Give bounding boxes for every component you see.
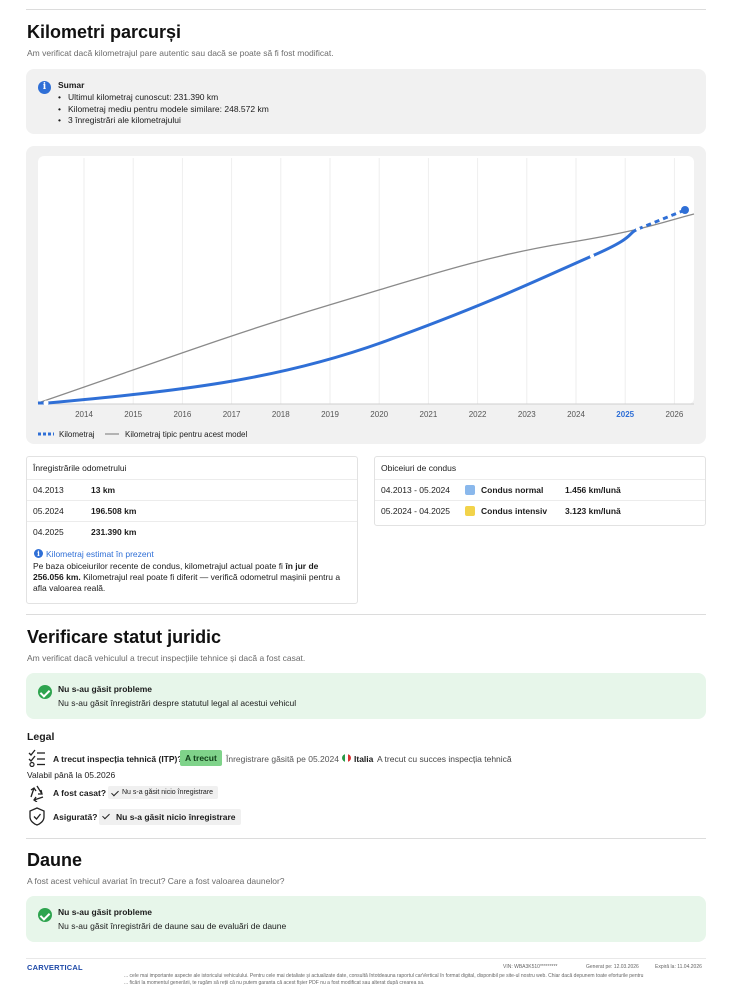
summary-list: Ultimul kilometraj cunoscut: 231.390 km … bbox=[58, 92, 269, 127]
damage-subtitle: A fost acest vehicul avariat în trecut? … bbox=[27, 876, 285, 886]
x-tick-label: 2020 bbox=[370, 410, 388, 419]
x-tick-label: 2026 bbox=[666, 410, 684, 419]
legal-subtitle: Am verificat dacă vehiculul a trecut ins… bbox=[27, 653, 306, 663]
recycle-icon bbox=[30, 785, 44, 802]
section-divider bbox=[26, 838, 706, 839]
x-tick-label: 2019 bbox=[321, 410, 339, 419]
italy-flag-icon bbox=[342, 754, 351, 762]
mileage-chart: 2014 2015 2016 2017 2018 2019 2020 2021 2022 2023… bbox=[37, 156, 695, 439]
damage-ok-text: Nu s-au găsit înregistrări de daune sau … bbox=[58, 921, 287, 931]
section-divider bbox=[26, 614, 706, 615]
footer-vin: VIN: WBA3K510********* bbox=[503, 964, 558, 970]
insured-question: Asigurată? bbox=[53, 812, 98, 822]
x-tick-label: 2021 bbox=[420, 410, 438, 419]
habit-period: 05.2024 - 04.2025 bbox=[381, 506, 451, 516]
x-tick-label: 2018 bbox=[272, 410, 290, 419]
record-km: 231.390 km bbox=[91, 527, 137, 537]
legal-section-heading: Legal bbox=[27, 731, 55, 743]
x-tick-label: 2016 bbox=[174, 410, 192, 419]
check-circle-icon bbox=[38, 685, 52, 699]
footer-disclaimer-1: ... cele mai importante aspecte ale isto… bbox=[124, 973, 644, 979]
normal-driving-swatch bbox=[465, 485, 475, 495]
itp-found-text: Înregistrare găsită pe 05.2024 bbox=[226, 754, 339, 764]
footer-divider bbox=[26, 958, 706, 959]
record-km: 196.508 km bbox=[91, 506, 137, 516]
table-row: 05.2024 196.508 km bbox=[27, 500, 357, 521]
legend-typical-label: Kilometraj tipic pentru acest model bbox=[125, 430, 248, 439]
check-circle-icon bbox=[38, 908, 52, 922]
damage-ok-box: Nu s-au găsit probleme Nu s-au găsit înr… bbox=[26, 896, 706, 942]
record-km: 13 km bbox=[91, 485, 116, 495]
point-05-2024 bbox=[589, 253, 595, 259]
itp-valid-until: Valabil până la 05.2026 bbox=[27, 770, 116, 780]
legend-mileage-label: Kilometraj bbox=[59, 430, 95, 439]
x-tick-label: 2014 bbox=[75, 410, 93, 419]
itp-result: A trecut cu succes inspecția tehnică bbox=[377, 754, 512, 764]
record-date: 04.2013 bbox=[33, 485, 64, 495]
itp-passed-badge: A trecut bbox=[180, 750, 222, 766]
x-tick-labels: 2014 2015 2016 2017 2018 2019 2020 2021 2022 2023… bbox=[75, 410, 684, 419]
estimate-text: Pe baza obiceiurilor recente de condus, … bbox=[33, 561, 351, 595]
x-tick-label: 2023 bbox=[518, 410, 536, 419]
footer-expires: Expiră la: 11.04.2026 bbox=[655, 964, 702, 970]
info-icon: i bbox=[38, 81, 51, 94]
habit-rate: 1.456 km/lună bbox=[565, 485, 621, 495]
chart-container: 2014 2015 2016 2017 2018 2019 2020 2021 2022 2023… bbox=[26, 146, 706, 444]
point-04-2025 bbox=[635, 226, 641, 232]
driving-habits-panel: Obiceiuri de condus 04.2013 - 05.2024 Co… bbox=[374, 456, 706, 526]
records-heading: Înregistrările odometrului bbox=[33, 463, 127, 473]
damage-title: Daune bbox=[27, 850, 83, 870]
info-icon: i bbox=[34, 549, 43, 558]
x-tick-label: 2025 bbox=[616, 410, 634, 419]
itp-question: A trecut inspecția tehnică (ITP)? bbox=[53, 754, 183, 764]
insured-status-badge: Nu s-a găsit nicio înregistrare bbox=[99, 809, 241, 825]
mileage-subtitle: Am verificat dacă kilometrajul pare aute… bbox=[27, 48, 334, 58]
summary-box: i Sumar Ultimul kilometraj cunoscut: 231… bbox=[26, 69, 706, 134]
table-row: 05.2024 - 04.2025 Condus intensiv 3.123 … bbox=[375, 500, 705, 521]
footer-generated: Generat pe: 12.03.2026 bbox=[586, 964, 639, 970]
checklist-icon bbox=[28, 749, 45, 767]
x-tick-label: 2022 bbox=[469, 410, 487, 419]
habit-period: 04.2013 - 05.2024 bbox=[381, 485, 451, 495]
top-divider bbox=[26, 9, 706, 10]
damage-ok-title: Nu s-au găsit probleme bbox=[58, 907, 152, 917]
habit-rate: 3.123 km/lună bbox=[565, 506, 621, 516]
chart-legend: Kilometraj Kilometraj tipic pentru acest… bbox=[38, 430, 248, 439]
legal-ok-text: Nu s-au găsit înregistrări despre statut… bbox=[58, 698, 297, 708]
footer-disclaimer-2: ... ficări la momentul generării, te rug… bbox=[124, 980, 425, 986]
record-date: 04.2025 bbox=[33, 527, 64, 537]
table-row: 04.2013 - 05.2024 Condus normal 1.456 km… bbox=[375, 479, 705, 500]
plot-area bbox=[38, 156, 694, 404]
x-tick-label: 2024 bbox=[567, 410, 585, 419]
point-04-2013 bbox=[43, 400, 49, 406]
summary-item: 3 înregistrări ale kilometrajului bbox=[58, 115, 269, 127]
table-row: 04.2013 13 km bbox=[27, 479, 357, 500]
intensive-driving-swatch bbox=[465, 506, 475, 516]
legal-ok-title: Nu s-au găsit probleme bbox=[58, 684, 152, 694]
habit-label: Condus intensiv bbox=[481, 506, 548, 516]
itp-country: Italia bbox=[354, 754, 374, 764]
x-tick-label: 2015 bbox=[124, 410, 142, 419]
summary-item: Ultimul kilometraj cunoscut: 231.390 km bbox=[58, 92, 269, 104]
shield-check-icon bbox=[29, 807, 45, 826]
estimate-marker bbox=[681, 206, 689, 214]
table-row: 04.2025 231.390 km bbox=[27, 521, 357, 542]
summary-heading: Sumar bbox=[58, 80, 85, 90]
mileage-title: Kilometri parcurși bbox=[27, 22, 182, 42]
scrapped-question: A fost casat? bbox=[53, 788, 107, 798]
legal-ok-box: Nu s-au găsit probleme Nu s-au găsit înr… bbox=[26, 673, 706, 719]
record-date: 05.2024 bbox=[33, 506, 64, 516]
habits-heading: Obiceiuri de condus bbox=[381, 463, 457, 473]
legal-title: Verificare statut juridic bbox=[27, 627, 222, 647]
habit-label: Condus normal bbox=[481, 485, 544, 495]
odometer-records-panel: Înregistrările odometrului 04.2013 13 km… bbox=[26, 456, 358, 604]
estimate-title: Kilometraj estimat în prezent bbox=[46, 549, 154, 559]
estimate-text-pre: Pe baza obiceiurilor recente de condus, … bbox=[33, 561, 283, 571]
summary-item: Kilometraj mediu pentru modele similare:… bbox=[58, 104, 269, 116]
carvertical-logo: CARVERTICAL bbox=[27, 963, 83, 972]
x-tick-label: 2017 bbox=[223, 410, 241, 419]
scrapped-status-badge: Nu s-a găsit nicio înregistrare bbox=[108, 786, 219, 799]
